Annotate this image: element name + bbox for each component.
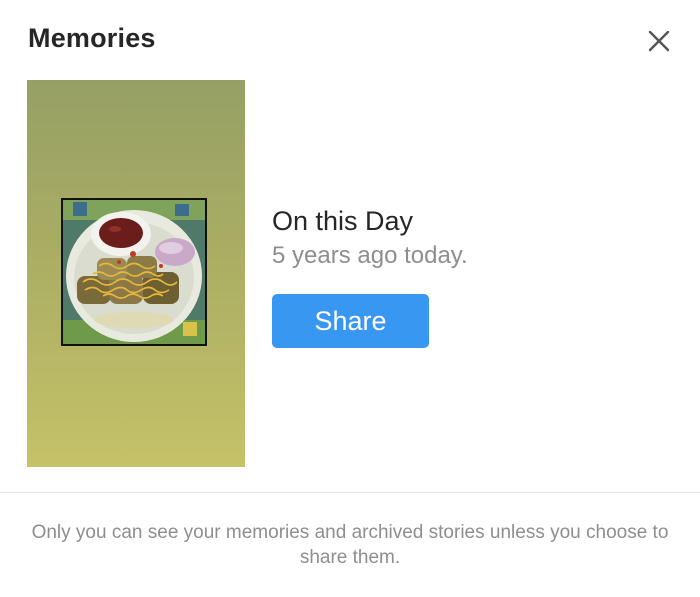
close-button[interactable] <box>642 24 676 58</box>
food-photo-image <box>63 200 205 344</box>
memory-story-thumbnail[interactable] <box>27 80 245 467</box>
dialog-header: Memories <box>0 0 700 80</box>
close-icon <box>648 30 670 52</box>
dialog-title: Memories <box>28 23 156 53</box>
memory-info: On this Day 5 years ago today. <box>272 204 468 273</box>
memory-photo <box>61 198 207 346</box>
share-button[interactable]: Share <box>272 294 429 348</box>
memory-heading: On this Day <box>272 206 414 236</box>
privacy-note: Only you can see your memories and archi… <box>31 522 669 568</box>
divider <box>0 492 700 493</box>
memory-subtitle: 5 years ago today. <box>272 242 468 269</box>
